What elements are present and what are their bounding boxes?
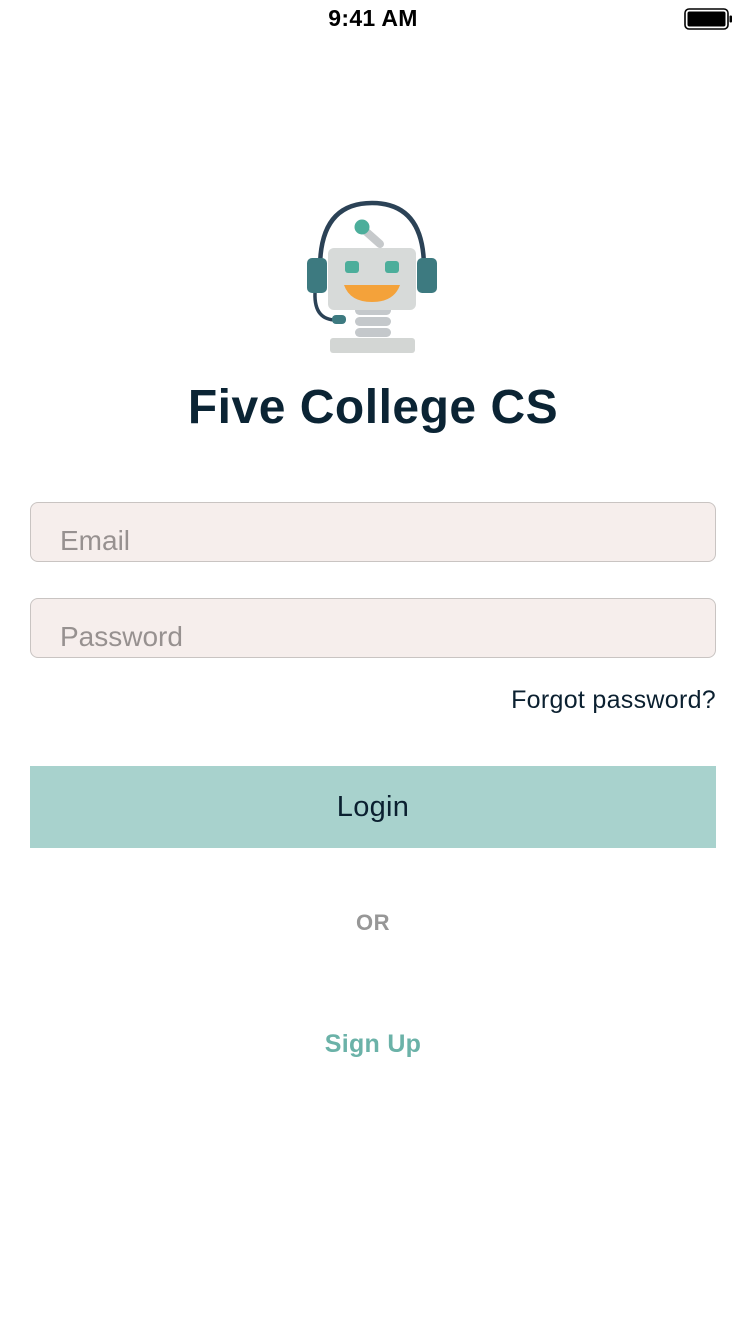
signup-link-container: Sign Up: [0, 1030, 746, 1059]
or-divider-text: OR: [356, 910, 390, 935]
password-field[interactable]: [31, 599, 715, 657]
email-field[interactable]: [31, 503, 715, 561]
status-time: 9:41 AM: [328, 5, 418, 31]
signup-link[interactable]: Sign Up: [325, 1030, 422, 1058]
app-title: Five College CS: [187, 381, 559, 434]
robot-headset-icon: [307, 200, 437, 353]
password-field-container: [30, 598, 716, 658]
forgot-password-link[interactable]: Forgot password?: [511, 686, 716, 715]
status-bar: 9:41 AM: [0, 0, 746, 40]
email-field-container: [30, 502, 716, 562]
battery-full-icon: [684, 8, 732, 30]
login-button[interactable]: Login: [30, 766, 716, 848]
